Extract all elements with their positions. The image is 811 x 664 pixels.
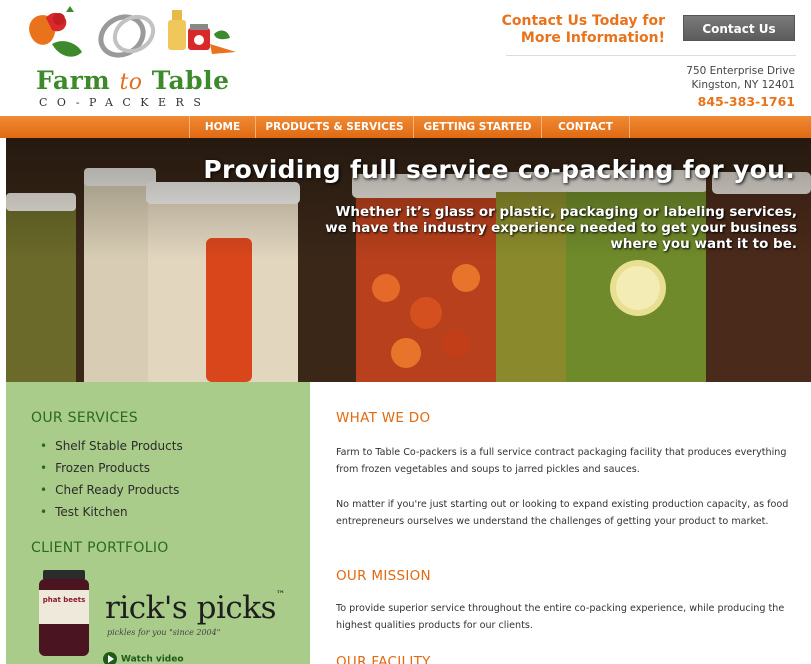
site-header: Farm to Table CO-PACKERS Contact Us Toda… bbox=[0, 0, 811, 116]
bullet-icon: • bbox=[40, 483, 48, 497]
ricks-picks-logo: rick's picks™ bbox=[105, 590, 285, 626]
service-item-test-kitchen[interactable]: • Test Kitchen bbox=[40, 501, 183, 523]
logo-wordmark: Farm to Table bbox=[36, 66, 230, 95]
nav-home[interactable]: HOME bbox=[189, 116, 255, 138]
logo-produce-icon bbox=[29, 6, 236, 58]
hero-banner: Providing full service co-packing for yo… bbox=[6, 138, 811, 382]
service-item-shelf-stable[interactable]: • Shelf Stable Products bbox=[40, 435, 183, 457]
address-line-2: Kingston, NY 12401 bbox=[691, 79, 795, 91]
sidebar: OUR SERVICES • Shelf Stable Products • Fro… bbox=[6, 382, 310, 664]
contact-cta-text: Contact Us Today for More Information! bbox=[501, 13, 665, 46]
jar-label: phat beets bbox=[43, 596, 86, 604]
our-mission-heading: OUR MISSION bbox=[336, 568, 431, 584]
header-divider bbox=[506, 55, 796, 56]
client-portfolio-item[interactable]: phat beets rick's picks™ pickles for you… bbox=[35, 570, 285, 664]
what-we-do-heading: WHAT WE DO bbox=[336, 410, 431, 426]
portfolio-heading: CLIENT PORTFOLIO bbox=[31, 540, 169, 556]
site-logo[interactable]: Farm to Table CO-PACKERS bbox=[22, 4, 237, 109]
main-nav: HOME PRODUCTS & SERVICES GETTING STARTED… bbox=[0, 116, 811, 138]
hero-title: Providing full service co-packing for yo… bbox=[203, 155, 795, 184]
ricks-picks-tagline: pickles for you "since 2004" bbox=[107, 628, 221, 637]
service-item-chef-ready[interactable]: • Chef Ready Products bbox=[40, 479, 183, 501]
our-facility-heading: OUR FACILITY bbox=[336, 654, 431, 664]
ricks-picks-jar-icon: phat beets bbox=[39, 570, 89, 656]
our-mission-paragraph: To provide superior service throughout t… bbox=[336, 603, 785, 632]
watch-video-link[interactable]: Watch video bbox=[103, 652, 184, 664]
play-icon bbox=[103, 652, 117, 664]
nav-getting-started[interactable]: GETTING STARTED bbox=[413, 116, 541, 138]
bullet-icon: • bbox=[40, 505, 48, 519]
phone-number[interactable]: 845-383-1761 bbox=[698, 94, 795, 109]
what-we-do-paragraph-1: Farm to Table Co-packers is a full servi… bbox=[336, 447, 787, 476]
contact-us-button[interactable]: Contact Us bbox=[683, 15, 795, 41]
nav-contact[interactable]: CONTACT bbox=[541, 116, 629, 138]
service-item-frozen[interactable]: • Frozen Products bbox=[40, 457, 183, 479]
nav-divider bbox=[629, 116, 630, 138]
nav-products-services[interactable]: PRODUCTS & SERVICES bbox=[255, 116, 413, 138]
services-list: • Shelf Stable Products • Frozen Products … bbox=[40, 435, 183, 523]
what-we-do-paragraph-2: No matter if you're just starting out or… bbox=[336, 499, 789, 528]
company-address: 750 Enterprise Drive Kingston, NY 12401 bbox=[686, 64, 795, 92]
bullet-icon: • bbox=[40, 439, 48, 453]
logo-subtitle: CO-PACKERS bbox=[39, 96, 211, 109]
hero-subtitle: Whether it’s glass or plastic, packaging… bbox=[325, 204, 797, 252]
services-heading: OUR SERVICES bbox=[31, 410, 138, 426]
bullet-icon: • bbox=[40, 461, 48, 475]
address-line-1: 750 Enterprise Drive bbox=[686, 65, 795, 77]
